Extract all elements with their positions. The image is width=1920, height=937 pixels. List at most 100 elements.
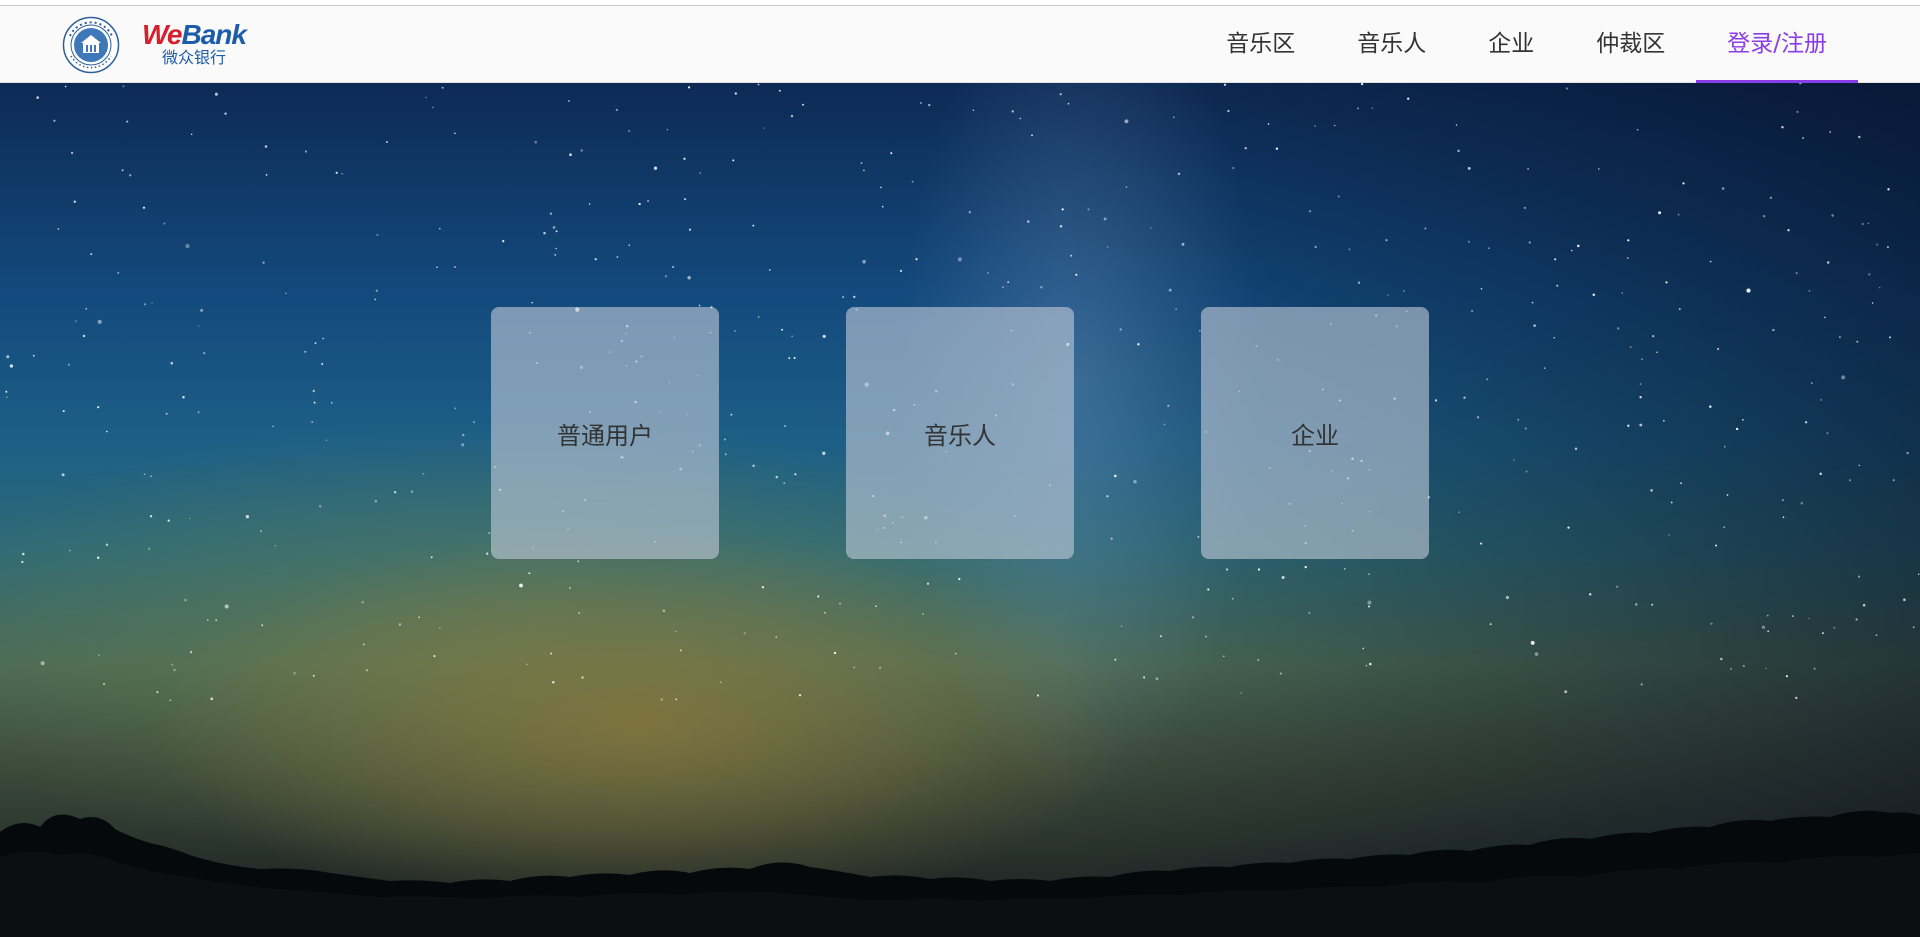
star	[664, 275, 668, 278]
star	[1534, 652, 1539, 656]
star	[879, 666, 882, 669]
star	[1889, 336, 1891, 339]
star	[1489, 623, 1492, 626]
star	[150, 475, 152, 478]
star	[1782, 516, 1785, 518]
star	[972, 109, 975, 112]
star	[374, 500, 378, 503]
star	[439, 627, 441, 630]
star	[1114, 474, 1117, 478]
star	[1543, 367, 1546, 369]
hero-background: 普通用户 音乐人 企业	[0, 83, 1920, 937]
star	[1205, 635, 1207, 638]
star	[958, 577, 961, 581]
nav-item-music-zone[interactable]: 音乐区	[1195, 6, 1326, 83]
star	[1231, 597, 1234, 600]
star	[842, 296, 845, 299]
nav-item-musicians[interactable]: 音乐人	[1326, 6, 1457, 83]
star	[1826, 432, 1829, 435]
star	[549, 212, 553, 215]
star	[578, 612, 581, 614]
star	[1717, 347, 1720, 351]
star	[1799, 83, 1802, 85]
star	[163, 222, 166, 225]
star	[1917, 573, 1920, 576]
star	[1650, 489, 1653, 492]
star	[1639, 423, 1643, 427]
star	[1168, 288, 1172, 292]
star	[926, 582, 930, 585]
star	[1125, 186, 1128, 188]
nav-item-login-register[interactable]: 登录/注册	[1696, 6, 1858, 83]
star	[1735, 427, 1739, 431]
star	[261, 624, 264, 627]
nav-item-enterprise[interactable]: 企业	[1457, 6, 1565, 83]
star	[185, 244, 190, 249]
star	[325, 439, 328, 442]
star	[1067, 102, 1070, 105]
star	[822, 451, 826, 455]
webank-logo: WeBank 微众银行	[142, 20, 254, 68]
star	[321, 363, 324, 365]
role-card-regular-user[interactable]: 普通用户	[491, 307, 719, 559]
star	[1715, 544, 1718, 547]
star	[312, 389, 316, 393]
star	[628, 244, 631, 246]
star	[1455, 124, 1458, 126]
star	[375, 289, 379, 293]
star	[97, 654, 100, 657]
star	[531, 301, 534, 304]
star	[1133, 479, 1137, 484]
star	[1019, 117, 1022, 120]
star	[272, 425, 274, 428]
star	[1636, 128, 1639, 131]
star	[151, 302, 153, 304]
star	[1903, 598, 1906, 602]
star	[1007, 281, 1010, 283]
star	[1887, 188, 1890, 191]
star	[1175, 308, 1178, 311]
star	[40, 661, 45, 666]
star	[757, 316, 760, 318]
star	[1155, 677, 1159, 681]
star	[1357, 107, 1359, 110]
star	[1333, 124, 1336, 127]
star	[1616, 585, 1619, 588]
star	[1458, 511, 1461, 514]
role-card-musician[interactable]: 音乐人	[846, 307, 1074, 559]
star	[61, 473, 65, 477]
star	[1223, 83, 1227, 86]
star	[57, 228, 60, 230]
star	[1087, 208, 1090, 211]
star	[1314, 245, 1317, 248]
star	[502, 240, 505, 243]
star	[823, 611, 827, 614]
star	[880, 186, 882, 189]
star	[534, 140, 537, 144]
star	[920, 102, 922, 104]
star	[757, 83, 760, 86]
star	[954, 652, 957, 655]
star	[853, 295, 856, 299]
star	[1761, 625, 1765, 629]
star	[1227, 109, 1230, 113]
star	[245, 515, 250, 519]
star	[802, 103, 804, 106]
star	[436, 266, 438, 269]
star	[1434, 399, 1438, 402]
role-card-enterprise[interactable]: 企业	[1201, 307, 1429, 559]
star	[1137, 343, 1140, 346]
star	[732, 159, 735, 162]
star	[1721, 187, 1725, 190]
star	[74, 320, 77, 323]
star	[1678, 308, 1681, 311]
star	[1588, 593, 1592, 596]
star	[53, 119, 56, 122]
star	[1680, 482, 1683, 485]
star	[1652, 335, 1655, 338]
star	[1267, 123, 1270, 125]
star	[662, 609, 666, 613]
nav-item-arbitration[interactable]: 仲裁区	[1565, 6, 1696, 83]
star	[519, 583, 523, 588]
star	[1257, 658, 1260, 662]
